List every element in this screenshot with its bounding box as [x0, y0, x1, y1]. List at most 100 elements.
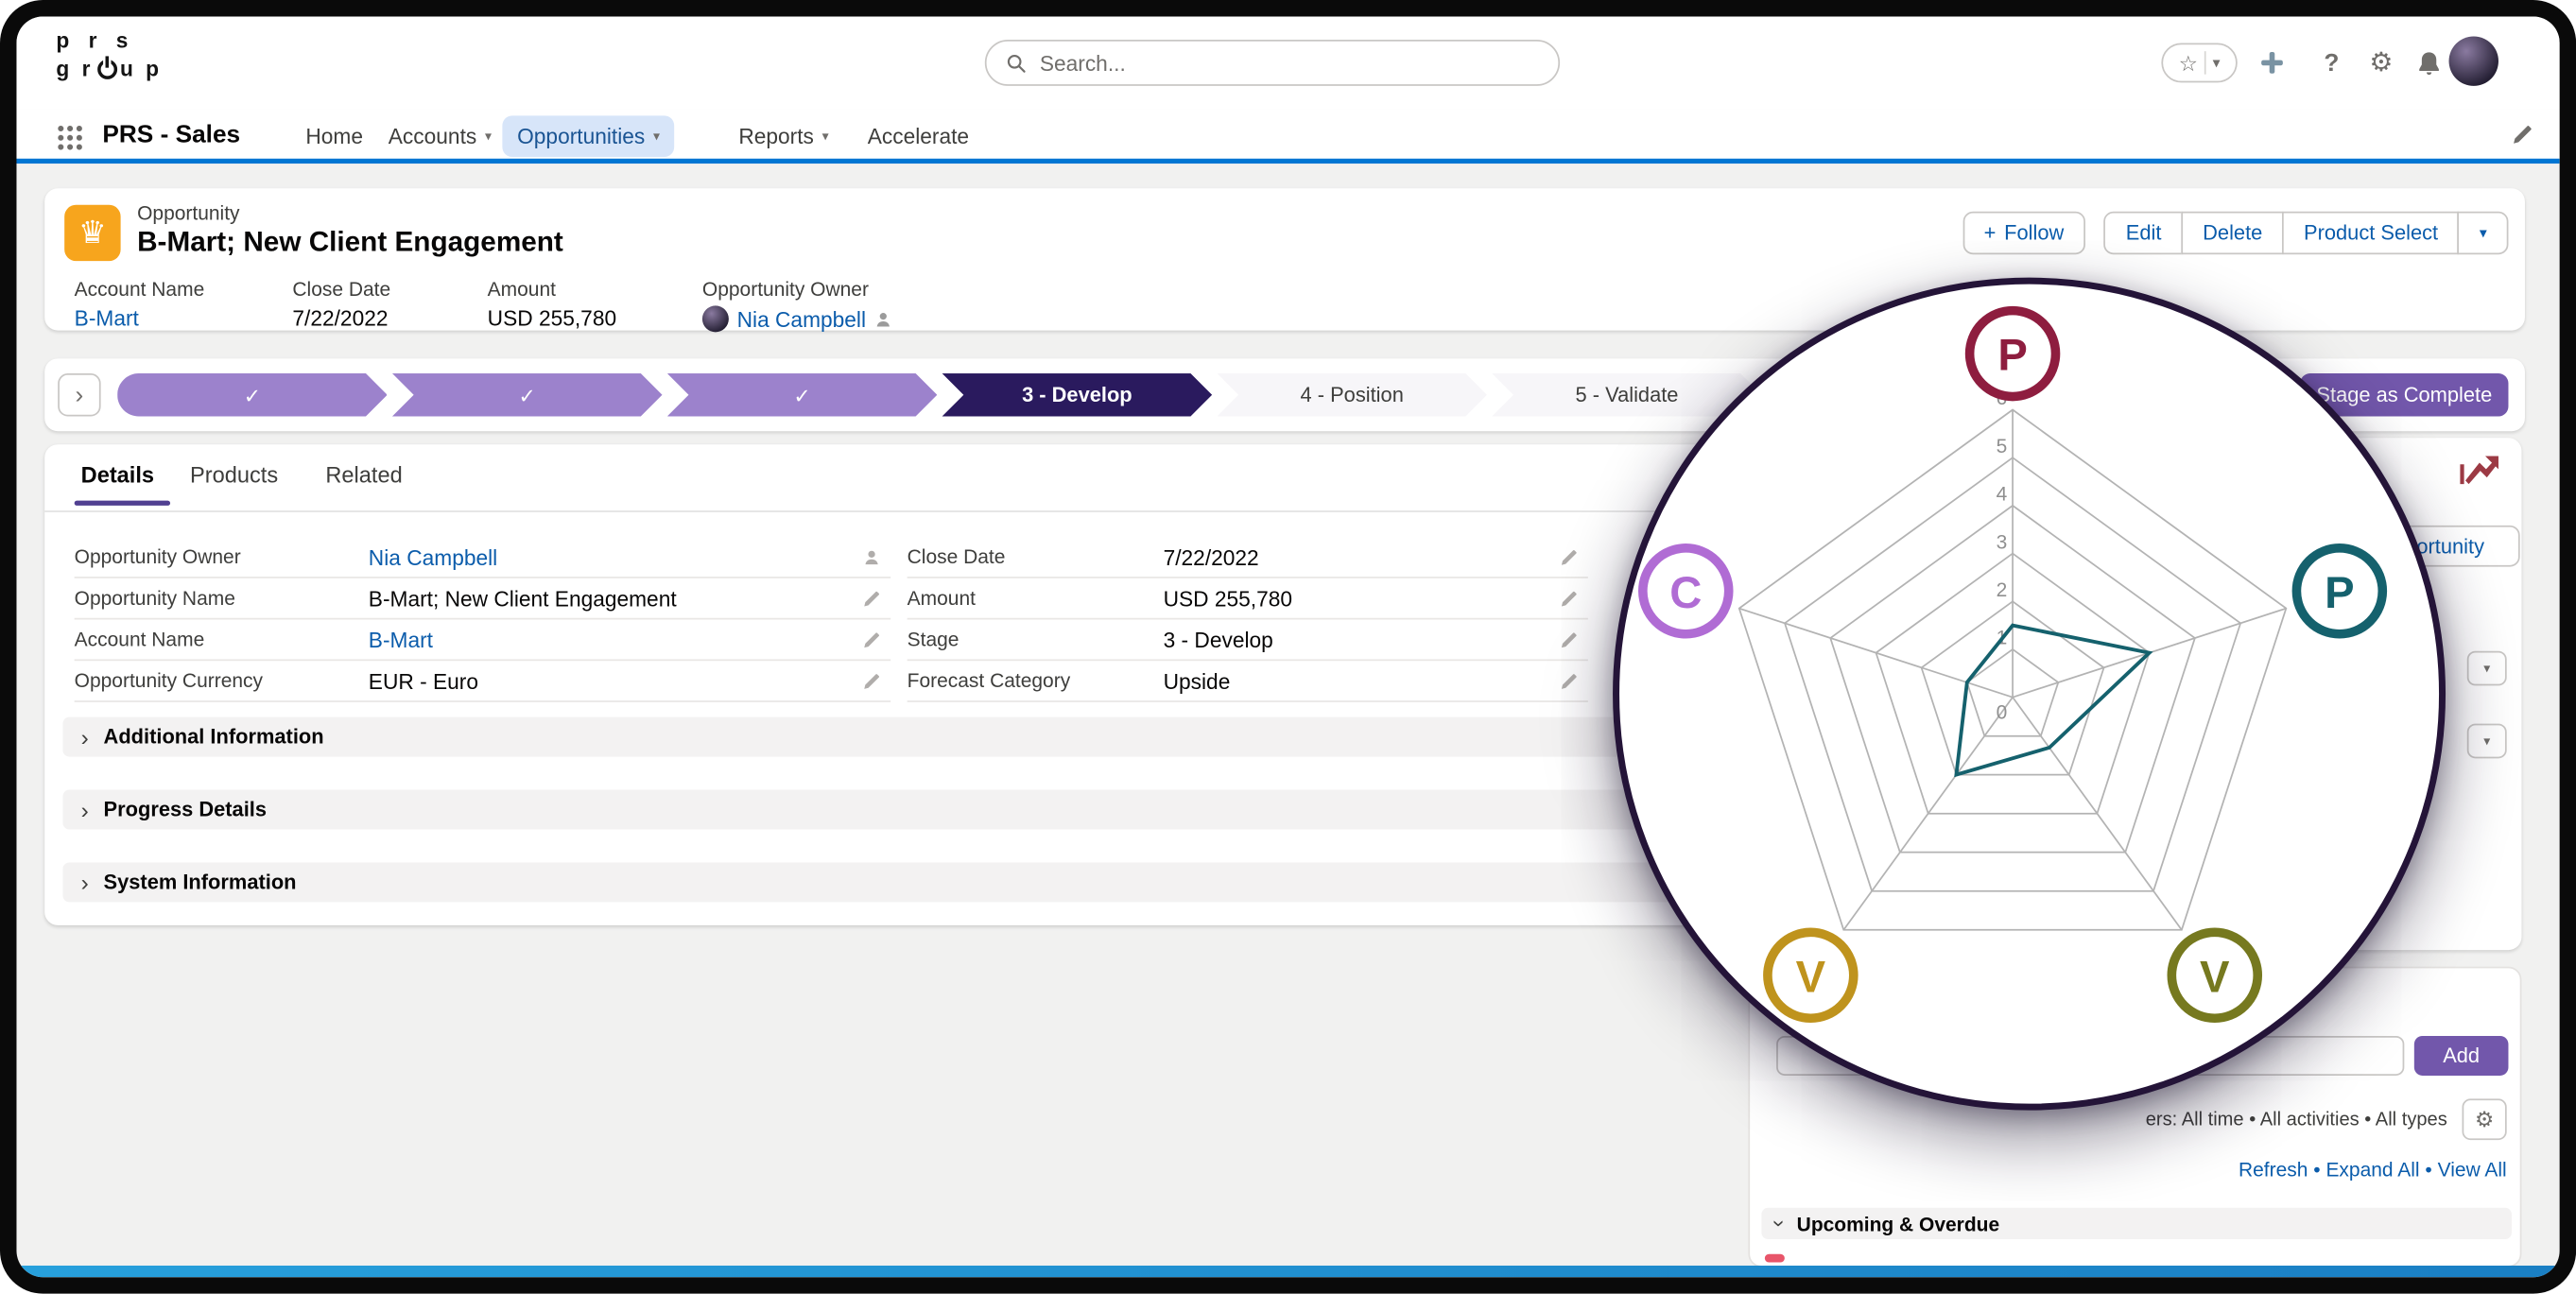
- refresh-link[interactable]: Refresh: [2239, 1158, 2308, 1181]
- path-scroll-left-button[interactable]: ›: [58, 373, 100, 416]
- setup-button[interactable]: ⚙: [2360, 43, 2402, 82]
- section-additional-information[interactable]: › Additional Information: [62, 717, 1702, 757]
- edit-field-icon[interactable]: [1560, 547, 1578, 565]
- account-link[interactable]: B-Mart: [369, 627, 433, 651]
- view-all-link[interactable]: View All: [2438, 1158, 2507, 1181]
- path-stage-develop-current[interactable]: 3 - Develop: [942, 373, 1213, 416]
- help-button[interactable]: ?: [2310, 43, 2353, 82]
- more-actions-button[interactable]: ▾: [2458, 212, 2508, 254]
- edit-field-icon[interactable]: [1560, 630, 1578, 648]
- magnifier-overlay: 0123456PPVVC: [1613, 278, 2446, 1111]
- path-stage-2-complete[interactable]: ✓: [392, 373, 663, 416]
- divider: [2204, 51, 2206, 74]
- favorites-caret-icon[interactable]: ▾: [2213, 56, 2221, 71]
- field-forecast-category: Forecast Category Upside: [908, 661, 1588, 702]
- app-navigation-bar: PRS - Sales Home Accounts ▾ Opportunitie…: [16, 109, 2559, 164]
- analytics-icon[interactable]: [2459, 451, 2501, 487]
- product-select-button[interactable]: Product Select: [2282, 212, 2460, 254]
- related-list-menu-button[interactable]: ▾: [2467, 724, 2507, 759]
- record-action-group: Edit Delete Product Select ▾: [2104, 212, 2508, 254]
- nav-tab-home[interactable]: Home: [291, 115, 378, 157]
- change-owner-icon[interactable]: [874, 310, 892, 328]
- related-list-menu-button[interactable]: ▾: [2467, 651, 2507, 686]
- owner-link[interactable]: Nia Campbell: [369, 544, 497, 569]
- section-upcoming-overdue[interactable]: › Upcoming & Overdue: [1761, 1208, 2512, 1239]
- chevron-right-icon: ›: [81, 724, 89, 751]
- edit-field-icon[interactable]: [862, 589, 880, 607]
- account-link[interactable]: B-Mart: [75, 305, 139, 330]
- change-owner-icon[interactable]: [862, 547, 880, 565]
- edit-field-icon[interactable]: [862, 630, 880, 648]
- expand-all-link[interactable]: Expand All: [2325, 1158, 2419, 1181]
- app-launcher-icon[interactable]: [56, 124, 82, 150]
- global-actions-button[interactable]: [2251, 43, 2293, 82]
- star-icon[interactable]: ☆: [2179, 52, 2198, 74]
- notifications-button[interactable]: [2408, 43, 2450, 82]
- nav-tab-reports[interactable]: Reports ▾: [724, 115, 844, 157]
- opportunity-entity-icon: ♛: [64, 205, 120, 261]
- delete-button[interactable]: Delete: [2181, 212, 2284, 254]
- field-close-date: Close Date 7/22/2022: [908, 537, 1588, 578]
- section-system-information[interactable]: › System Information: [62, 862, 1702, 902]
- edit-field-icon[interactable]: [1560, 672, 1578, 690]
- check-icon: ✓: [519, 383, 536, 407]
- tab-details[interactable]: Details: [81, 462, 154, 487]
- svg-text:2: 2: [1997, 579, 2008, 601]
- search-input[interactable]: [1040, 50, 1539, 75]
- section-progress-details[interactable]: › Progress Details: [62, 790, 1702, 830]
- logo-line1: p r s: [56, 28, 162, 53]
- path-stage-position[interactable]: 4 - Position: [1217, 373, 1487, 416]
- follow-button[interactable]: + Follow: [1962, 212, 2085, 254]
- field-opportunity-currency: Opportunity Currency EUR - Euro: [75, 661, 891, 702]
- owner-link[interactable]: Nia Campbell: [737, 306, 866, 331]
- nav-tab-accounts[interactable]: Accounts ▾: [373, 115, 507, 157]
- edit-navigation-icon[interactable]: [2512, 124, 2533, 146]
- svg-text:5: 5: [1997, 436, 2008, 457]
- owner-avatar: [702, 305, 729, 332]
- caret-down-icon: ▾: [2483, 733, 2490, 749]
- chevron-right-icon: ›: [81, 797, 89, 823]
- activity-settings-button[interactable]: ⚙: [2463, 1098, 2507, 1140]
- chevron-right-icon: ›: [81, 869, 89, 895]
- tab-products[interactable]: Products: [190, 462, 278, 487]
- svg-text:4: 4: [1997, 484, 2008, 506]
- app-canvas: p r s g r u p ☆ ▾ ?: [16, 16, 2559, 1277]
- nav-tab-accelerate[interactable]: Accelerate: [853, 115, 984, 157]
- logo-line2-left: g r: [56, 56, 94, 80]
- prs-group-logo: p r s g r u p: [56, 28, 162, 81]
- highlight-amount: Amount USD 255,780: [488, 278, 616, 331]
- tab-related[interactable]: Related: [325, 462, 402, 487]
- edit-field-icon[interactable]: [1560, 589, 1578, 607]
- gear-icon: ⚙: [2369, 46, 2393, 79]
- field-amount: Amount USD 255,780: [908, 578, 1588, 620]
- field-stage: Stage 3 - Develop: [908, 620, 1588, 662]
- check-icon: ✓: [793, 383, 810, 407]
- field-opportunity-owner: Opportunity Owner Nia Campbell: [75, 537, 891, 578]
- user-avatar[interactable]: [2449, 36, 2498, 85]
- search-icon: [1007, 52, 1027, 74]
- edit-button[interactable]: Edit: [2104, 212, 2183, 254]
- highlight-account-name: Account Name B-Mart: [75, 278, 205, 331]
- nav-tab-opportunities[interactable]: Opportunities ▾: [502, 115, 674, 157]
- bell-icon: [2416, 49, 2443, 78]
- plus-icon: [2259, 49, 2286, 76]
- activity-filters-text: ers: All time • All activities • All typ…: [1809, 1111, 2447, 1130]
- svg-text:V: V: [1796, 952, 1826, 1002]
- edit-field-icon[interactable]: [862, 672, 880, 690]
- logo-line2-right: u p: [120, 56, 163, 80]
- global-search[interactable]: [985, 40, 1560, 86]
- logo-line2: g r u p: [56, 56, 162, 80]
- path-stage-1-complete[interactable]: ✓: [117, 373, 388, 416]
- caret-down-icon: ▾: [485, 129, 492, 144]
- caret-down-icon: ▾: [653, 129, 660, 144]
- overdue-item-indicator: [1765, 1254, 1785, 1263]
- plus-icon: +: [1984, 221, 1997, 244]
- chevron-right-icon: ›: [76, 381, 84, 409]
- global-header: p r s g r u p ☆ ▾ ?: [16, 16, 2559, 109]
- screen-frame: p r s g r u p ☆ ▾ ?: [0, 0, 2576, 1294]
- svg-text:C: C: [1669, 568, 1702, 618]
- favorites-button[interactable]: ☆ ▾: [2161, 43, 2237, 82]
- record-title: B-Mart; New Client Engagement: [137, 226, 563, 259]
- path-stage-3-complete[interactable]: ✓: [667, 373, 938, 416]
- caret-down-icon: ▾: [822, 129, 829, 144]
